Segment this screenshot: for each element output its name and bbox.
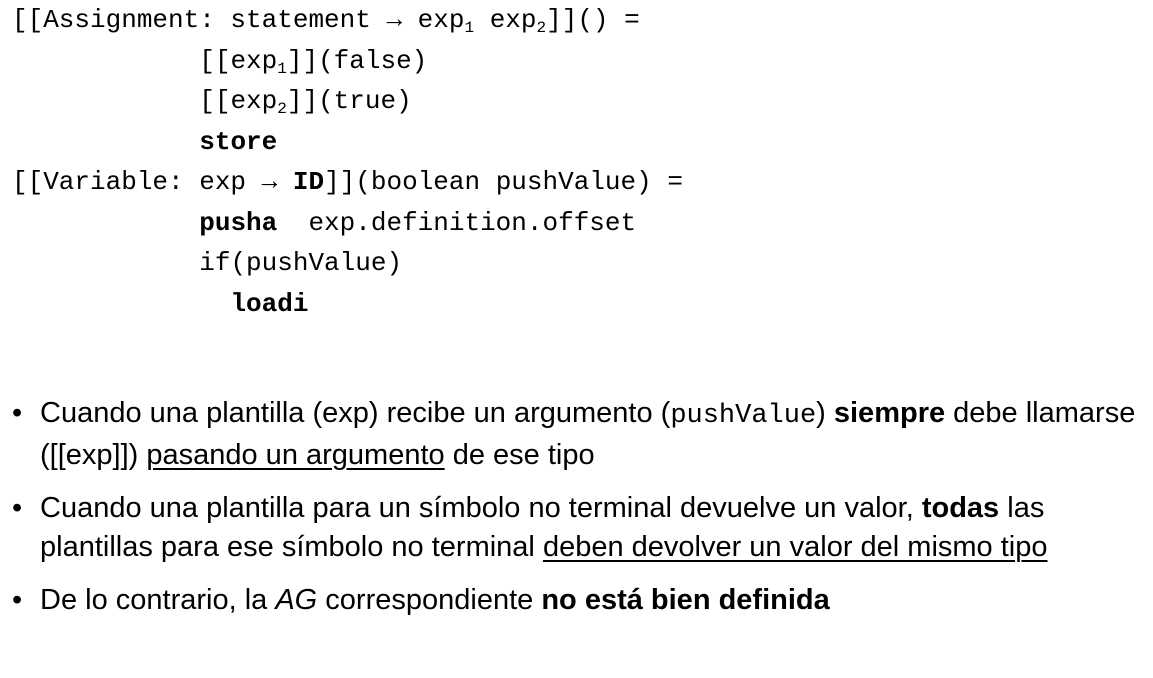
code-line-loadi: loadi — [12, 284, 683, 325]
italic-text: AG — [275, 584, 318, 616]
bullet-text: Cuando una plantilla para un símbolo no … — [40, 492, 922, 524]
code-line-exp2-call: [[exp2]](true) — [12, 81, 683, 122]
code-text: exp — [474, 5, 537, 35]
underlined-text: deben devolver un valor del mismo tipo — [542, 530, 1048, 563]
bold-text: no está bien definida — [541, 584, 830, 616]
bullet-marker: • — [12, 584, 23, 616]
bullet-text: de ese tipo — [444, 438, 595, 471]
code-text: ]](true) — [286, 86, 412, 116]
bullet-text: correspondiente — [317, 584, 542, 616]
code-text: ]](boolean pushValue) = — [324, 167, 683, 197]
subscript: 1 — [464, 19, 475, 37]
code-text: ]](false) — [286, 45, 428, 76]
bullet-text: De lo contrario, la — [40, 584, 276, 616]
bullet-marker: • — [12, 492, 23, 524]
bullet-list: • Cuando una plantilla (exp) recibe un a… — [12, 394, 1152, 635]
bullet-marker: • — [12, 397, 23, 429]
subscript: 2 — [277, 100, 287, 118]
bullet-item-return-value: • Cuando una plantilla para un símbolo n… — [12, 489, 1152, 566]
code-text: exp.definition.offset — [277, 207, 637, 238]
bold-text: todas — [921, 492, 1000, 524]
bullet-text: ) — [816, 397, 834, 429]
code-text: [[exp — [199, 86, 278, 116]
code-line-assignment-head: [[Assignment: statement → exp1 exp2]]() … — [12, 0, 683, 41]
code-text: if(pushValue) — [199, 248, 403, 278]
code-text: [[Assignment: statement → exp — [12, 5, 465, 35]
subscript: 1 — [277, 59, 287, 78]
code-line-exp1-call: [[exp1]](false) — [12, 41, 683, 82]
code-keyword: ID — [292, 167, 325, 197]
code-text: ]]() = — [546, 5, 640, 35]
code-line-store: store — [12, 122, 683, 163]
bullet-item-otherwise: • De lo contrario, la AG correspondiente… — [12, 581, 1152, 620]
code-line-pusha: pusha exp.definition.offset — [12, 203, 683, 244]
subscript: 2 — [536, 19, 547, 37]
code-inline: pushValue — [670, 401, 817, 431]
code-keyword: loadi — [230, 288, 309, 319]
code-text: [[exp — [199, 45, 278, 76]
code-block: [[Assignment: statement → exp1 exp2]]() … — [12, 0, 683, 324]
code-text: [[Variable: exp → — [12, 167, 293, 197]
bullet-item-argument: • Cuando una plantilla (exp) recibe un a… — [12, 394, 1152, 474]
underlined-text: pasando un argumento — [146, 438, 445, 471]
code-line-if: if(pushValue) — [12, 243, 683, 284]
code-line-variable-head: [[Variable: exp → ID]](boolean pushValue… — [12, 162, 683, 203]
bold-text: siempre — [833, 397, 946, 429]
code-keyword: pusha — [199, 207, 278, 238]
bullet-text: Cuando una plantilla (exp) recibe un arg… — [40, 397, 671, 429]
code-keyword: store — [199, 126, 278, 157]
